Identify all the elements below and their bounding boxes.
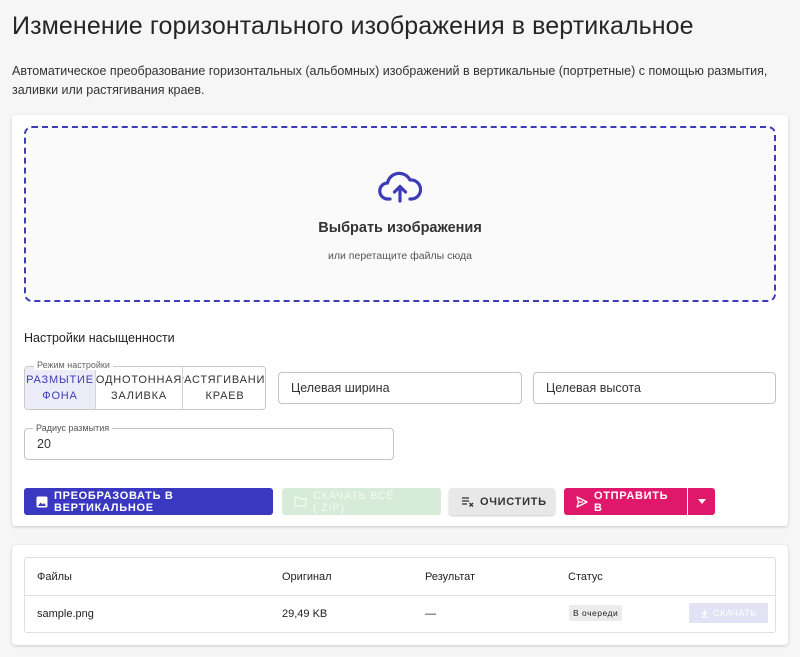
target-height-input[interactable]: Целевая высота: [533, 372, 776, 404]
folder-icon: [294, 496, 307, 507]
row-file-name: sample.png: [37, 608, 94, 620]
convert-button-label: Преобразовать в вертикальное: [54, 489, 174, 514]
header-result: Результат: [425, 571, 476, 583]
status-badge: В очереди: [569, 605, 623, 621]
clear-button[interactable]: Очистить: [449, 488, 555, 515]
settings-title: Настройки насыщенности: [24, 331, 175, 345]
files-table-card: Файлы Оригинал Результат Статус sample.p…: [12, 545, 788, 645]
mode-toggle-group: Размытие фона Однотонная заливка Растяги…: [24, 366, 266, 410]
target-width-input[interactable]: Целевая ширина: [278, 372, 522, 404]
mode-stretch-button[interactable]: Растягивание краев: [183, 367, 265, 409]
files-table: Файлы Оригинал Результат Статус sample.p…: [24, 557, 776, 633]
download-zip-button[interactable]: Скачать всё (.zip): [282, 488, 441, 515]
row-original-size: 29,49 KB: [282, 608, 328, 620]
header-divider: [25, 595, 775, 596]
blur-radius-label: Радиус размытия: [33, 423, 113, 433]
mode-blur-button[interactable]: Размытие фона: [25, 367, 96, 409]
clear-list-icon: [462, 496, 474, 507]
converter-card: Выбрать изображения или перетащите файлы…: [12, 115, 788, 526]
header-files: Файлы: [37, 571, 72, 583]
mode-solid-fill-button[interactable]: Однотонная заливка: [96, 367, 183, 409]
header-original: Оригинал: [282, 571, 332, 583]
image-icon: [36, 496, 48, 507]
convert-button[interactable]: Преобразовать в вертикальное: [24, 488, 273, 515]
send-icon: [576, 495, 588, 508]
clear-button-label: Очистить: [480, 495, 547, 508]
header-status: Статус: [568, 571, 603, 583]
cloud-upload-icon: [378, 171, 422, 203]
download-zip-label: Скачать всё (.zip): [313, 489, 395, 514]
send-to-label: Отправить в: [594, 489, 669, 514]
mode-label: Режим настройки: [34, 360, 113, 370]
file-dropzone[interactable]: Выбрать изображения или перетащите файлы…: [24, 126, 776, 302]
download-button[interactable]: Скачать: [689, 603, 768, 623]
row-result: —: [425, 608, 436, 620]
download-button-label: Скачать: [713, 608, 757, 618]
dropzone-title[interactable]: Выбрать изображения: [26, 220, 774, 236]
send-to-button[interactable]: Отправить в: [564, 488, 687, 515]
page-title: Изменение горизонтального изображения в …: [12, 12, 694, 40]
send-to-dropdown-button[interactable]: [688, 488, 715, 515]
download-icon: [701, 609, 709, 618]
caret-down-icon: [697, 499, 706, 504]
page-description: Автоматическое преобразование горизонтал…: [12, 64, 768, 97]
dropzone-subtitle: или перетащите файлы сюда: [328, 250, 472, 262]
